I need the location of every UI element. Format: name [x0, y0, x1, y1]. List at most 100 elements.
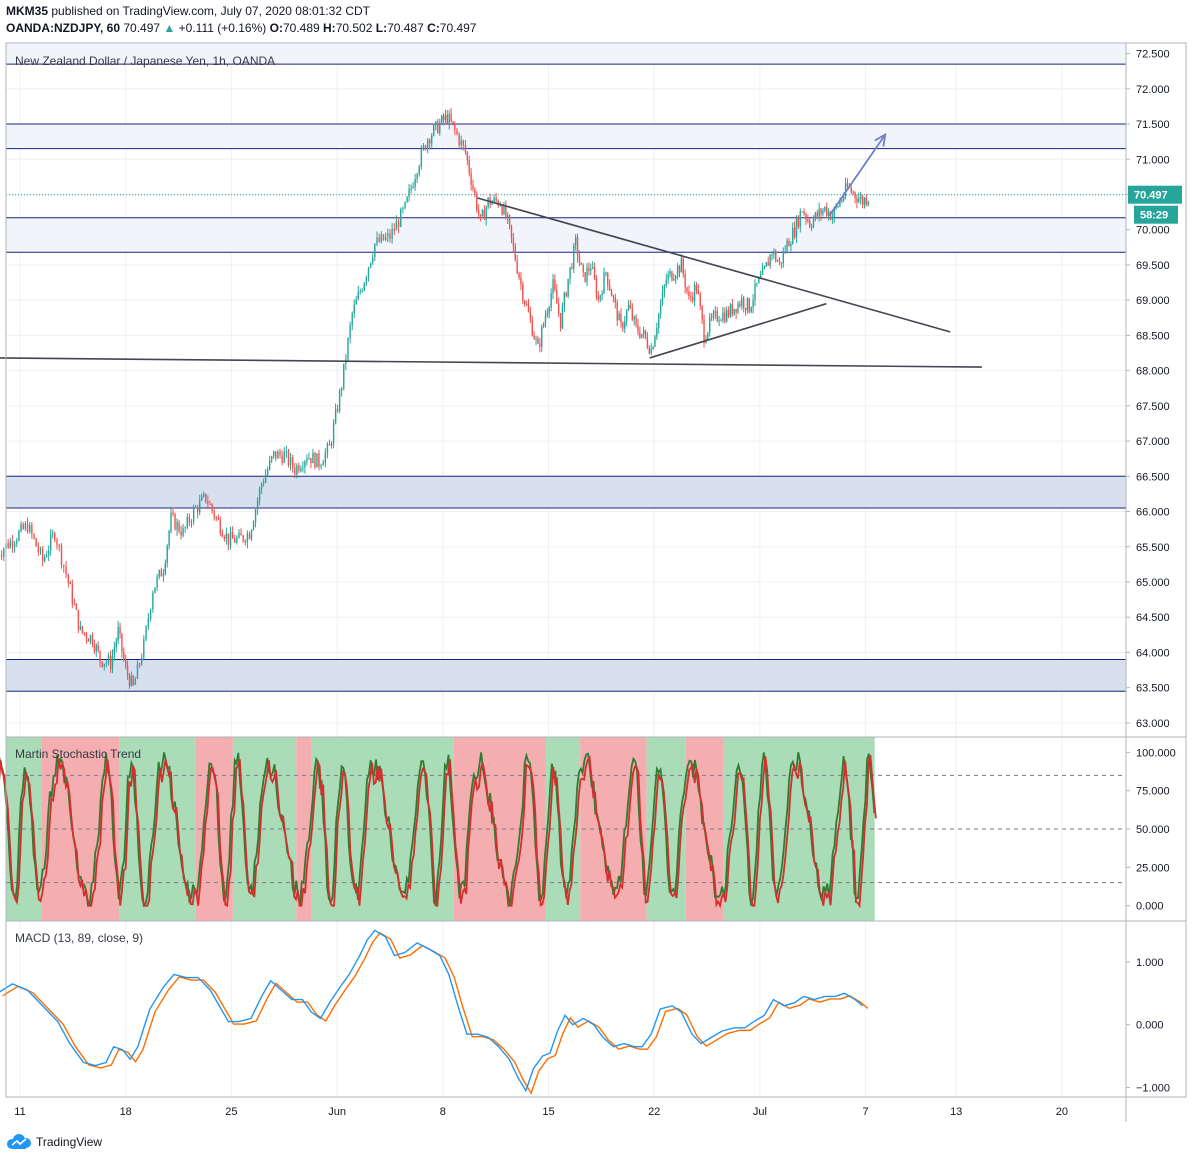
- candle-body: [707, 332, 709, 340]
- candle-body: [639, 332, 641, 338]
- candle-body: [539, 343, 541, 347]
- candle-body: [52, 533, 54, 535]
- candle-body: [867, 201, 869, 205]
- candle-body: [625, 310, 628, 322]
- candle-body: [512, 237, 515, 247]
- candle-body: [675, 276, 677, 279]
- candle-body: [338, 390, 341, 411]
- candle-body: [435, 121, 437, 126]
- price-tick-label: 25.000: [1136, 862, 1170, 874]
- candle-body: [667, 274, 669, 280]
- candle-body: [125, 659, 127, 667]
- candle-body: [565, 292, 567, 297]
- candle-body: [205, 493, 207, 502]
- macd-signal-line: [2, 932, 869, 1095]
- price-tick-label: 70.000: [1136, 225, 1170, 237]
- candle-body: [810, 226, 813, 228]
- candle-body: [279, 451, 281, 456]
- candle-body: [281, 455, 283, 463]
- candle-body: [69, 582, 72, 585]
- candle-body: [522, 284, 524, 301]
- candle-body: [433, 125, 435, 136]
- candle-body: [289, 457, 292, 466]
- price-tick-label: 64.000: [1136, 647, 1170, 659]
- candle-body: [805, 214, 807, 220]
- candle-body: [73, 603, 76, 605]
- candle-body: [105, 662, 108, 664]
- candle-body: [283, 452, 285, 463]
- price-tick-label: 1.000: [1136, 957, 1164, 969]
- candle-body: [287, 450, 290, 466]
- candle-body: [629, 304, 632, 309]
- price-axis[interactable]: 72.50072.00071.50071.00070.50070.00069.5…: [5, 42, 1187, 1122]
- candle-body: [258, 488, 261, 501]
- candle-body: [648, 347, 650, 354]
- candle-body: [328, 443, 331, 446]
- price-zone: [6, 124, 1126, 149]
- candle-body: [531, 319, 533, 336]
- candle-body: [272, 451, 275, 457]
- candle-body: [95, 645, 97, 652]
- candle-body: [680, 258, 683, 273]
- candle-body: [548, 307, 550, 313]
- time-axis[interactable]: 11 18 25 Jun 8 15 22 Jul 7 13 20: [14, 1106, 1068, 1118]
- candle-body: [252, 522, 255, 530]
- candle-body: [852, 191, 854, 193]
- candle-body: [170, 512, 172, 532]
- candle-body: [203, 493, 205, 497]
- candle-body: [641, 333, 643, 338]
- candle-body: [468, 159, 470, 174]
- candle-body: [395, 221, 398, 231]
- candle-body: [818, 208, 820, 217]
- candle-body: [554, 279, 556, 291]
- candle-body: [712, 312, 715, 318]
- candle-body: [439, 122, 441, 134]
- chart-canvas[interactable]: 72.50072.00071.50071.00070.50070.00069.5…: [0, 0, 1194, 1162]
- candle-body: [374, 243, 376, 258]
- candle-body: [456, 129, 458, 135]
- candle-body: [16, 540, 18, 544]
- candle-body: [437, 121, 439, 134]
- candle-body: [296, 465, 298, 475]
- candle-body: [448, 113, 450, 124]
- candle-body: [865, 198, 868, 205]
- candle-body: [397, 221, 400, 227]
- candle-body: [603, 272, 605, 294]
- candle-body: [831, 216, 834, 220]
- candle-body: [229, 532, 232, 545]
- candle-body: [470, 173, 472, 185]
- candle-body: [669, 271, 671, 275]
- candle-body: [663, 285, 666, 292]
- candle-body: [703, 319, 705, 343]
- tradingview-logo[interactable]: TradingView: [6, 1134, 102, 1150]
- candle-body: [495, 197, 497, 201]
- candle-body: [422, 145, 425, 149]
- price-tick-label: 0.000: [1136, 901, 1164, 913]
- candle-body: [83, 632, 86, 634]
- candle-body: [262, 482, 265, 484]
- price-tick-label: 71.500: [1136, 119, 1170, 131]
- candle-body: [542, 323, 545, 327]
- candle-body: [824, 206, 826, 211]
- candle-body: [826, 206, 828, 216]
- candle-body: [231, 532, 234, 539]
- candle-body: [340, 388, 343, 391]
- candle-body: [162, 573, 165, 577]
- candle-body: [35, 538, 37, 547]
- candle-body: [217, 517, 220, 520]
- candle-body: [816, 212, 818, 217]
- candle-body: [56, 540, 58, 546]
- tradingview-logo-icon: [7, 1134, 31, 1149]
- candle-body: [514, 246, 516, 261]
- candle-body: [97, 645, 99, 651]
- candle-body: [654, 336, 656, 347]
- candle-body: [541, 326, 543, 347]
- candle-body: [365, 277, 368, 284]
- candle-body: [807, 219, 809, 221]
- candle-body: [718, 320, 720, 322]
- candle-body: [87, 639, 90, 642]
- candle-body: [326, 443, 329, 453]
- candle-body: [729, 304, 732, 317]
- candle-body: [692, 296, 694, 301]
- candle-body: [37, 546, 40, 553]
